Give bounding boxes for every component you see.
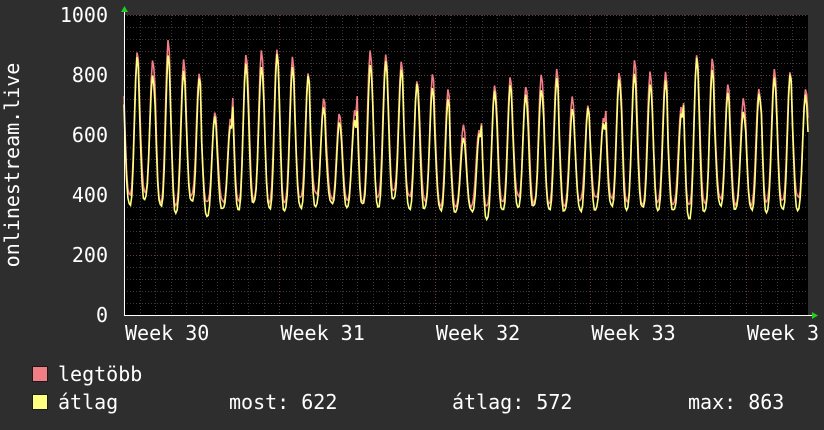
y-tick-label: 600 xyxy=(72,123,108,147)
y-axis-arrow-icon xyxy=(121,6,128,12)
y-tick-label: 800 xyxy=(72,63,108,87)
x-tick-label: Week 31 xyxy=(280,321,364,345)
legend-item-avg: átlag xyxy=(32,389,118,415)
y-tick-label: 400 xyxy=(72,183,108,207)
avg-swatch xyxy=(32,394,48,410)
x-tick-label: Week 30 xyxy=(125,321,209,345)
y-tick-label: 200 xyxy=(72,243,108,267)
avg-series-label: átlag xyxy=(58,390,119,414)
x-tick-label: Week 33 xyxy=(591,321,675,345)
y-tick-label: 0 xyxy=(96,303,108,327)
x-axis-arrow-icon xyxy=(812,312,818,319)
legend-item-max: legtöbb xyxy=(32,361,142,387)
current-value-stat: most: 622 xyxy=(229,390,338,414)
max-series-label: legtöbb xyxy=(58,362,143,386)
average-value-stat: átlag: 572 xyxy=(452,390,573,414)
maximum-value-stat: max: 863 xyxy=(688,390,785,414)
y-axis-label: onlinestream.live xyxy=(0,63,24,268)
max-swatch xyxy=(32,366,48,382)
line-chart: 0 200 400 600 800 1000 Week 30 Week 31 Week 32 We… xyxy=(0,3,819,345)
y-tick-label: 1000 xyxy=(60,3,108,27)
x-tick-label: Week 3 xyxy=(747,321,819,345)
x-tick-label: Week 32 xyxy=(436,321,520,345)
